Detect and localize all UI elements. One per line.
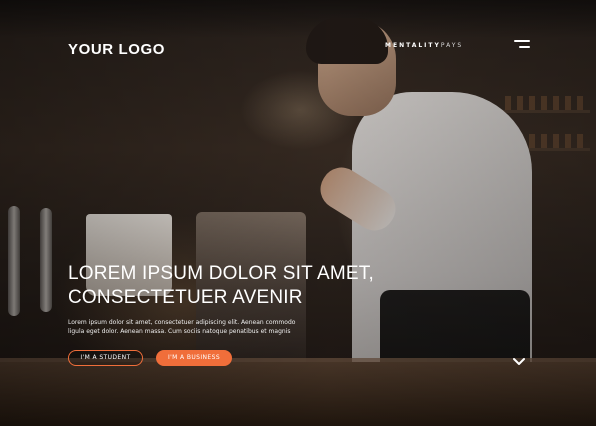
business-button[interactable]: I'M A BUSINESS <box>156 350 232 366</box>
hero-paragraph: Lorem ipsum dolor sit amet, consectetuer… <box>68 318 318 336</box>
brand-primary-text: MENTALITY <box>385 42 441 49</box>
menu-line <box>514 40 530 42</box>
headline-line: LOREM IPSUM DOLOR SIT AMET, <box>68 263 374 284</box>
brand-secondary-text: PAYS <box>440 42 464 49</box>
paragraph-line: Lorem ipsum dolor sit amet, consectetuer… <box>68 319 296 326</box>
hamburger-menu-icon[interactable] <box>510 40 530 50</box>
headline-line: CONSECTETUER AVENIR <box>68 287 303 308</box>
hero-headline: LOREM IPSUM DOLOR SIT AMET, CONSECTETUER… <box>68 262 428 310</box>
brand-wordmark: MENTALITYPAYS <box>385 42 463 49</box>
menu-line <box>519 46 530 48</box>
student-button[interactable]: I'M A STUDENT <box>68 350 143 366</box>
site-logo[interactable]: YOUR LOGO <box>68 41 165 58</box>
chevron-down-icon[interactable] <box>513 354 525 365</box>
paragraph-line: ligula eget dolor. Aenean massa. Cum soc… <box>68 328 291 335</box>
